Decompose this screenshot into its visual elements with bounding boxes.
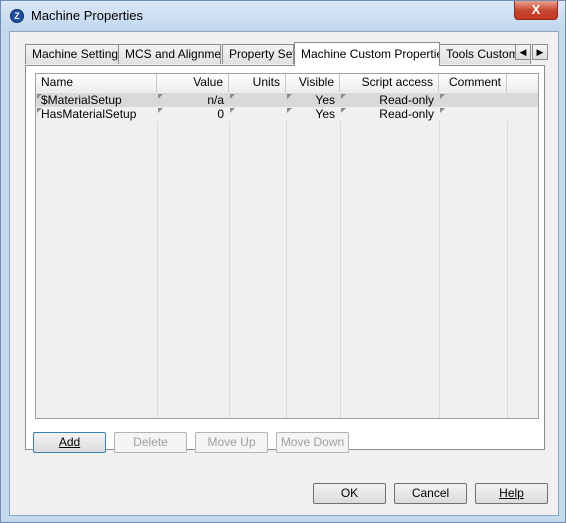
move-up-button[interactable]: Move Up xyxy=(195,432,268,453)
grid-column-line xyxy=(340,92,341,418)
cell-visible-text: Yes xyxy=(315,93,335,107)
cell-marker-icon xyxy=(440,108,445,113)
cell-units[interactable] xyxy=(229,93,286,107)
column-header-script-access[interactable]: Script access xyxy=(340,74,439,92)
table-row[interactable]: $MaterialSetup n/a Yes Read-only xyxy=(36,93,538,107)
cell-visible[interactable]: Yes xyxy=(286,93,340,107)
cell-visible-text: Yes xyxy=(315,107,335,121)
grid-column-line xyxy=(439,92,440,418)
tab-machine-settings[interactable]: Machine Settings xyxy=(25,44,119,64)
cell-marker-icon xyxy=(158,108,163,113)
cell-script-access[interactable]: Read-only xyxy=(340,93,439,107)
cell-marker-icon xyxy=(341,108,346,113)
grid-header: Name Value Units Visible Script access C… xyxy=(36,74,538,92)
dialog-client-area: Machine Settings MCS and Alignment Prope… xyxy=(9,31,559,516)
cell-comment[interactable] xyxy=(439,107,507,121)
cell-value[interactable]: n/a xyxy=(157,93,229,107)
window-title: Machine Properties xyxy=(31,8,143,23)
properties-grid[interactable]: Name Value Units Visible Script access C… xyxy=(35,73,539,419)
cell-marker-icon xyxy=(230,94,235,99)
cell-marker-icon xyxy=(440,94,445,99)
grid-column-line xyxy=(286,92,287,418)
cell-marker-icon xyxy=(287,108,292,113)
column-header-comment[interactable]: Comment xyxy=(439,74,507,92)
cell-visible[interactable]: Yes xyxy=(286,107,340,121)
close-button[interactable]: X xyxy=(514,1,558,20)
cell-units[interactable] xyxy=(229,107,286,121)
add-button[interactable]: Add xyxy=(33,432,106,453)
machine-properties-window: Z Machine Properties X Machine Settings … xyxy=(0,0,566,523)
table-row[interactable]: HasMaterialSetup 0 Yes Read-only xyxy=(36,107,538,121)
column-header-filler xyxy=(507,74,538,92)
cell-name[interactable]: $MaterialSetup xyxy=(36,93,157,107)
cancel-button[interactable]: Cancel xyxy=(394,483,467,504)
cell-marker-icon xyxy=(37,94,42,99)
column-header-visible[interactable]: Visible xyxy=(286,74,340,92)
tab-scroll-right-icon[interactable]: ▶ xyxy=(532,44,548,60)
cell-marker-icon xyxy=(158,94,163,99)
app-icon: Z xyxy=(10,9,24,23)
cell-name-text: $MaterialSetup xyxy=(41,93,122,107)
cell-value[interactable]: 0 xyxy=(157,107,229,121)
tab-mcs-and-alignment[interactable]: MCS and Alignment xyxy=(118,44,221,64)
grid-column-line xyxy=(507,92,508,418)
machine-custom-properties-page: Name Value Units Visible Script access C… xyxy=(25,65,545,450)
tab-property-sets[interactable]: Property Sets xyxy=(222,44,294,64)
ok-button[interactable]: OK xyxy=(313,483,386,504)
help-button[interactable]: Help xyxy=(475,483,548,504)
cell-script-access-text: Read-only xyxy=(379,93,434,107)
move-down-button[interactable]: Move Down xyxy=(276,432,349,453)
column-header-value[interactable]: Value xyxy=(157,74,229,92)
cell-value-text: 0 xyxy=(217,107,224,121)
cell-value-text: n/a xyxy=(207,93,224,107)
title-bar[interactable]: Z Machine Properties X xyxy=(1,1,565,31)
cell-script-access[interactable]: Read-only xyxy=(340,107,439,121)
grid-column-line xyxy=(157,92,158,418)
column-header-name[interactable]: Name xyxy=(36,74,157,92)
help-button-label: Help xyxy=(499,486,524,500)
tab-machine-custom-properties[interactable]: Machine Custom Properties xyxy=(294,42,440,66)
tab-scroll-left-icon[interactable]: ◀ xyxy=(515,44,531,60)
cell-name[interactable]: HasMaterialSetup xyxy=(36,107,157,121)
cell-marker-icon xyxy=(230,108,235,113)
cell-marker-icon xyxy=(341,94,346,99)
grid-column-line xyxy=(229,92,230,418)
cell-comment[interactable] xyxy=(439,93,507,107)
cell-marker-icon xyxy=(37,108,42,113)
delete-button[interactable]: Delete xyxy=(114,432,187,453)
cell-name-text: HasMaterialSetup xyxy=(41,107,137,121)
cell-script-access-text: Read-only xyxy=(379,107,434,121)
add-button-label: Add xyxy=(58,435,81,449)
column-header-units[interactable]: Units xyxy=(229,74,286,92)
cell-marker-icon xyxy=(287,94,292,99)
